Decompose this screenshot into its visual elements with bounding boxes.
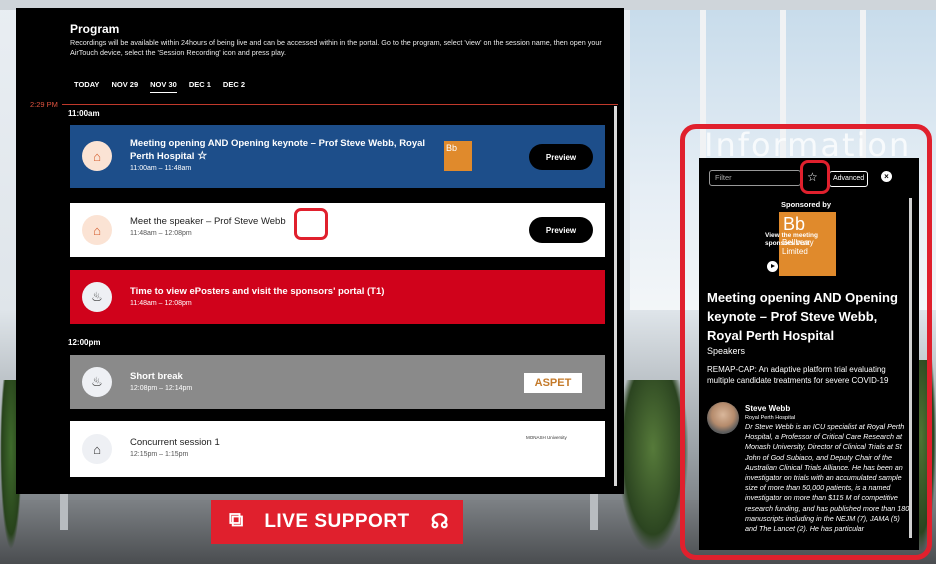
presentation-icon: ⌂ — [82, 215, 112, 245]
sponsor-logo: MONASH University — [526, 435, 567, 440]
preview-button[interactable]: Preview — [529, 217, 593, 243]
program-scrollbar[interactable] — [614, 106, 617, 486]
session-card[interactable]: ⌂ Meeting opening AND Opening keynote – … — [70, 125, 605, 188]
tab-nov-30[interactable]: NOV 30 — [150, 80, 177, 93]
favorite-star-icon[interactable]: ☆ — [303, 213, 316, 230]
session-card[interactable]: ⌂ Concurrent session 1 12:15pm – 1:15pm … — [70, 421, 605, 477]
info-highlight-frame — [680, 124, 932, 560]
break-icon: ♨ — [82, 367, 112, 397]
session-title: Meet the speaker – Prof Steve Webb — [130, 216, 286, 227]
program-panel: Program Recordings will be available wit… — [16, 8, 624, 494]
session-title: Short break — [130, 371, 183, 382]
tab-today[interactable]: TODAY — [74, 80, 99, 93]
session-card[interactable]: ♨ Short break 12:08pm – 12:14pm ASPET — [70, 355, 605, 409]
session-time: 12:15pm – 1:15pm — [130, 451, 189, 458]
session-time: 11:48am – 12:08pm — [130, 230, 192, 237]
time-header: 12:00pm — [68, 338, 101, 347]
live-support-button[interactable]: ⧉ LIVE SUPPORT ☊ — [211, 500, 463, 544]
headset-icon: ☊ — [430, 511, 449, 533]
tab-dec-2[interactable]: DEC 2 — [223, 80, 245, 93]
program-title: Program — [70, 22, 120, 36]
tab-dec-1[interactable]: DEC 1 — [189, 80, 211, 93]
live-support-label: LIVE SUPPORT — [264, 511, 410, 532]
screen-stand — [60, 490, 68, 530]
session-card[interactable]: ♨ Time to view ePosters and visit the sp… — [70, 270, 605, 324]
favorite-star-icon[interactable]: ☆ — [197, 150, 207, 162]
sponsor-logo: Bb — [444, 141, 472, 171]
preview-button[interactable]: Preview — [529, 144, 593, 170]
current-time-label: 2:29 PM — [30, 100, 58, 109]
session-title: Concurrent session 1 — [130, 437, 220, 448]
plant-decoration — [618, 380, 688, 550]
support-chat-icon: ⧉ — [229, 509, 244, 531]
session-title: Time to view ePosters and visit the spon… — [130, 286, 385, 297]
session-time: 11:00am – 11:48am — [130, 165, 192, 172]
program-description: Recordings will be available within 24ho… — [70, 38, 602, 57]
sponsor-logo: ASPET — [524, 373, 582, 393]
presentation-icon: ⌂ — [82, 141, 112, 171]
session-card[interactable]: ⌂ Meet the speaker – Prof Steve Webb 11:… — [70, 203, 605, 257]
tab-nov-29[interactable]: NOV 29 — [111, 80, 138, 93]
break-icon: ♨ — [82, 282, 112, 312]
current-time-line — [62, 104, 618, 105]
screen-stand — [590, 490, 598, 530]
presentation-icon: ⌂ — [82, 434, 112, 464]
session-time: 11:48am – 12:08pm — [130, 300, 192, 307]
date-tabs: TODAY NOV 29 NOV 30 DEC 1 DEC 2 — [74, 80, 245, 93]
session-title: Meeting opening AND Opening keynote – Pr… — [130, 138, 426, 162]
time-header: 11:00am — [68, 109, 100, 118]
session-time: 12:08pm – 12:14pm — [130, 385, 193, 392]
